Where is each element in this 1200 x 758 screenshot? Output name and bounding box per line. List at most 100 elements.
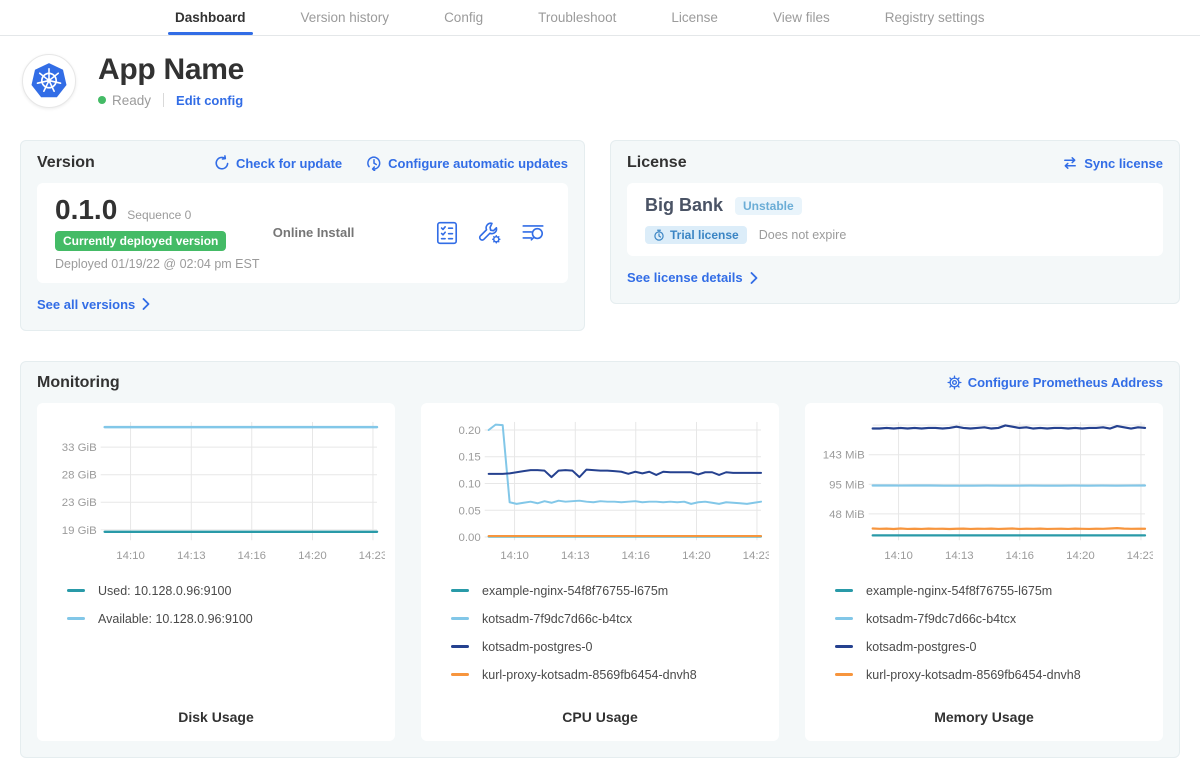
chevron-right-icon <box>750 272 758 284</box>
status-dot <box>98 96 106 104</box>
legend-swatch <box>67 617 85 620</box>
view-logs-icon[interactable] <box>520 220 546 246</box>
svg-text:14:10: 14:10 <box>884 550 913 562</box>
disk-usage-chart: 14:1014:1314:1614:2014:2333 GiB28 GiB23 … <box>47 415 385 572</box>
preflight-checks-icon[interactable] <box>434 220 460 246</box>
legend-item: kurl-proxy-kotsadm-8569fb6454-dnvh8 <box>835 668 1153 682</box>
svg-text:19 GiB: 19 GiB <box>62 525 97 537</box>
svg-text:48 MiB: 48 MiB <box>829 509 865 521</box>
legend-swatch <box>835 589 853 592</box>
monitoring-section: Monitoring Configure Prometheus Address … <box>20 361 1180 758</box>
svg-text:143 MiB: 143 MiB <box>823 449 865 461</box>
tab-troubleshoot[interactable]: Troubleshoot <box>538 0 616 35</box>
version-card-title: Version <box>37 154 95 172</box>
sequence-label: Sequence 0 <box>127 208 191 222</box>
legend-item: kotsadm-7f9dc7d66c-b4tcx <box>835 612 1153 626</box>
license-card-title: License <box>627 154 687 172</box>
legend-swatch <box>451 617 469 620</box>
sync-license-button[interactable]: Sync license <box>1062 155 1163 171</box>
check-for-update-label: Check for update <box>236 156 342 171</box>
legend-label: kurl-proxy-kotsadm-8569fb6454-dnvh8 <box>482 668 697 682</box>
cards-row: Version Check for update <box>0 140 1200 331</box>
current-version-panel: 0.1.0 Sequence 0 Currently deployed vers… <box>37 183 568 283</box>
cpu-usage-title: CPU Usage <box>431 709 769 729</box>
configure-automatic-updates-button[interactable]: Configure automatic updates <box>366 155 568 171</box>
legend-label: kotsadm-7f9dc7d66c-b4tcx <box>866 612 1016 626</box>
check-for-update-button[interactable]: Check for update <box>214 155 342 171</box>
clock-refresh-icon <box>366 155 382 171</box>
app-header: App Name Ready Edit config <box>0 36 1200 108</box>
memory-usage-chart: 14:1014:1314:1614:2014:23143 MiB95 MiB48… <box>815 415 1153 572</box>
legend-label: kotsadm-7f9dc7d66c-b4tcx <box>482 612 632 626</box>
svg-text:0.00: 0.00 <box>458 532 480 544</box>
svg-text:14:23: 14:23 <box>1127 550 1153 562</box>
sync-arrows-icon <box>1062 155 1078 171</box>
chevron-right-icon <box>142 298 150 310</box>
install-type-label: Online Install <box>273 225 434 240</box>
license-card: License Sync license Big Bank Unstable <box>610 140 1180 304</box>
app-avatar <box>22 54 76 108</box>
legend-swatch <box>67 589 85 592</box>
svg-text:14:10: 14:10 <box>116 550 145 562</box>
svg-text:0.15: 0.15 <box>458 452 480 464</box>
version-card: Version Check for update <box>20 140 585 331</box>
see-license-details-link[interactable]: See license details <box>627 270 758 285</box>
configure-prometheus-button[interactable]: Configure Prometheus Address <box>947 375 1163 390</box>
legend-label: kurl-proxy-kotsadm-8569fb6454-dnvh8 <box>866 668 1081 682</box>
charts-grid: 14:1014:1314:1614:2014:2333 GiB28 GiB23 … <box>37 403 1163 741</box>
kubernetes-logo-icon <box>28 60 70 102</box>
svg-text:0.20: 0.20 <box>458 425 480 437</box>
see-all-versions-link[interactable]: See all versions <box>37 297 150 312</box>
disk-usage-title: Disk Usage <box>47 709 385 729</box>
configure-prometheus-label: Configure Prometheus Address <box>968 375 1163 390</box>
svg-text:14:23: 14:23 <box>359 550 385 562</box>
tab-version-history[interactable]: Version history <box>301 0 390 35</box>
configure-automatic-updates-label: Configure automatic updates <box>388 156 568 171</box>
legend-label: example-nginx-54f8f76755-l675m <box>482 584 668 598</box>
svg-text:23 GiB: 23 GiB <box>62 497 97 509</box>
channel-badge: Unstable <box>735 197 802 215</box>
disk-usage-legend: Used: 10.128.0.96:9100 Available: 10.128.… <box>47 584 385 640</box>
legend-item: example-nginx-54f8f76755-l675m <box>451 584 769 598</box>
see-license-details-label: See license details <box>627 270 743 285</box>
svg-text:14:20: 14:20 <box>682 550 711 562</box>
tab-view-files[interactable]: View files <box>773 0 830 35</box>
legend-swatch <box>451 673 469 676</box>
legend-swatch <box>835 673 853 676</box>
legend-label: Used: 10.128.0.96:9100 <box>98 584 231 598</box>
memory-usage-title: Memory Usage <box>815 709 1153 729</box>
cpu-usage-chart: 14:1014:1314:1614:2014:230.200.150.100.0… <box>431 415 769 572</box>
expiry-label: Does not expire <box>759 228 847 242</box>
svg-text:14:13: 14:13 <box>561 550 590 562</box>
deployed-timestamp: Deployed 01/19/22 @ 02:04 pm EST <box>55 257 273 271</box>
svg-text:95 MiB: 95 MiB <box>829 479 865 491</box>
legend-item: Available: 10.128.0.96:9100 <box>67 612 385 626</box>
legend-item: Used: 10.128.0.96:9100 <box>67 584 385 598</box>
legend-item: kotsadm-postgres-0 <box>835 640 1153 654</box>
svg-text:14:13: 14:13 <box>945 550 974 562</box>
svg-text:28 GiB: 28 GiB <box>62 469 97 481</box>
chart-svg: 14:1014:1314:1614:2014:230.200.150.100.0… <box>431 415 769 572</box>
legend-label: kotsadm-postgres-0 <box>482 640 592 654</box>
refresh-icon <box>214 155 230 171</box>
tab-dashboard[interactable]: Dashboard <box>175 0 246 35</box>
chart-svg: 14:1014:1314:1614:2014:23143 MiB95 MiB48… <box>815 415 1153 572</box>
edit-config-link[interactable]: Edit config <box>176 93 243 108</box>
memory-usage-legend: example-nginx-54f8f76755-l675m kotsadm-7f… <box>815 584 1153 696</box>
legend-item: kotsadm-7f9dc7d66c-b4tcx <box>451 612 769 626</box>
tab-registry-settings[interactable]: Registry settings <box>885 0 985 35</box>
license-panel: Big Bank Unstable Trial license Does not… <box>627 183 1163 256</box>
timer-icon <box>653 229 665 241</box>
legend-label: example-nginx-54f8f76755-l675m <box>866 584 1052 598</box>
trial-license-badge: Trial license <box>645 226 747 244</box>
tab-config[interactable]: Config <box>444 0 483 35</box>
tab-license[interactable]: License <box>671 0 718 35</box>
deployed-badge: Currently deployed version <box>55 231 226 251</box>
legend-item: kurl-proxy-kotsadm-8569fb6454-dnvh8 <box>451 668 769 682</box>
svg-text:14:16: 14:16 <box>237 550 266 562</box>
config-wrench-icon[interactable] <box>477 220 503 246</box>
monitoring-title: Monitoring <box>37 374 120 392</box>
svg-text:14:20: 14:20 <box>298 550 327 562</box>
trial-license-label: Trial license <box>670 228 739 242</box>
legend-label: kotsadm-postgres-0 <box>866 640 976 654</box>
